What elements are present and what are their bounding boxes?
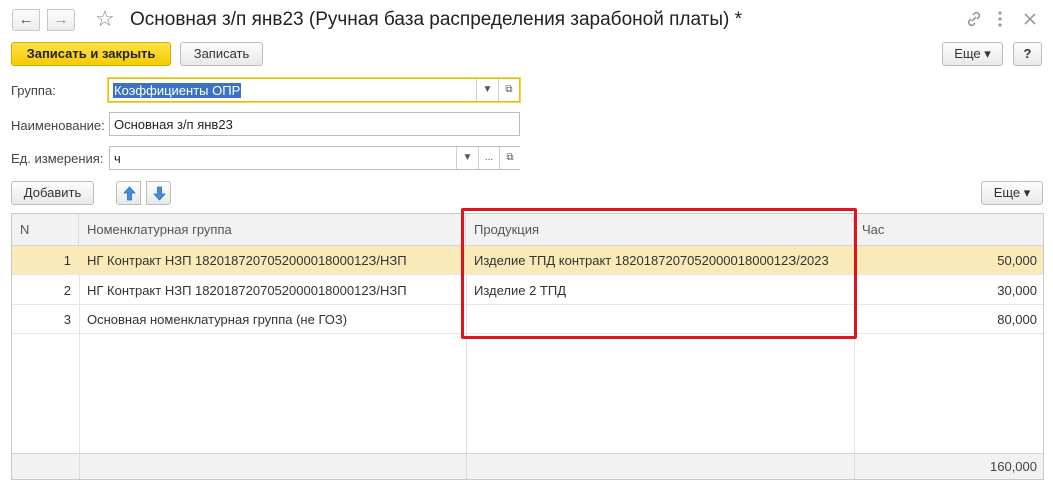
row-number: 3: [63, 312, 71, 327]
add-row-button[interactable]: Добавить: [11, 181, 94, 205]
arrow-up-icon: [123, 186, 136, 201]
col-hours[interactable]: Час: [854, 214, 1043, 246]
col-nomenclature-group[interactable]: Номенклатурная группа: [79, 214, 466, 246]
forward-button[interactable]: →: [47, 9, 75, 31]
save-and-close-button[interactable]: Записать и закрыть: [11, 42, 171, 66]
select-icon[interactable]: ...: [478, 147, 499, 169]
table-more-button[interactable]: Еще ▾: [981, 181, 1043, 205]
chevron-down-icon[interactable]: ▼: [476, 79, 498, 101]
highlight-box: [461, 208, 857, 339]
chevron-down-icon[interactable]: ▼: [456, 147, 478, 169]
move-up-button[interactable]: [116, 181, 141, 205]
group-field[interactable]: Коэффициенты ОПР ▼ ⧉: [108, 78, 520, 102]
window-title: Основная з/п янв23 (Ручная база распреде…: [130, 9, 742, 30]
total-hours: 160,000: [990, 459, 1037, 474]
link-icon[interactable]: [965, 10, 983, 33]
unit-label: Ед. измерения:: [11, 151, 104, 166]
name-field[interactable]: Основная з/п янв23: [109, 112, 520, 136]
name-label: Наименование:: [11, 118, 105, 133]
group-value: Коэффициенты ОПР: [113, 83, 242, 98]
arrow-down-icon: [153, 186, 166, 201]
star-icon[interactable]: ☆: [95, 6, 115, 32]
row-group: Основная номенклатурная группа (не ГОЗ): [87, 312, 348, 327]
unit-value: ч: [114, 151, 121, 166]
table-footer: 160,000: [12, 453, 1043, 479]
title-bar: ← → ☆ Основная з/п янв23 (Ручная база ра…: [0, 0, 1053, 40]
help-button[interactable]: ?: [1013, 42, 1042, 66]
row-number: 2: [63, 283, 71, 298]
group-label: Группа:: [11, 83, 56, 98]
row-hours: 30,000: [997, 283, 1037, 298]
kebab-menu-icon[interactable]: [997, 10, 1007, 33]
row-group: НГ Контракт НЗП 182018720705200001800012…: [87, 253, 407, 268]
row-hours: 50,000: [997, 253, 1037, 268]
row-group: НГ Контракт НЗП 182018720705200001800012…: [87, 283, 407, 298]
back-button[interactable]: ←: [12, 9, 40, 31]
open-icon[interactable]: ⧉: [498, 79, 519, 101]
col-n[interactable]: N: [12, 214, 79, 246]
open-icon[interactable]: ⧉: [499, 147, 520, 169]
move-down-button[interactable]: [146, 181, 171, 205]
more-button[interactable]: Еще ▾: [942, 42, 1003, 66]
name-value: Основная з/п янв23: [114, 117, 233, 132]
row-hours: 80,000: [997, 312, 1037, 327]
unit-field[interactable]: ч ▼ ... ⧉: [109, 146, 520, 170]
save-button[interactable]: Записать: [180, 42, 263, 66]
row-number: 1: [63, 253, 71, 268]
close-icon[interactable]: [1022, 10, 1038, 33]
